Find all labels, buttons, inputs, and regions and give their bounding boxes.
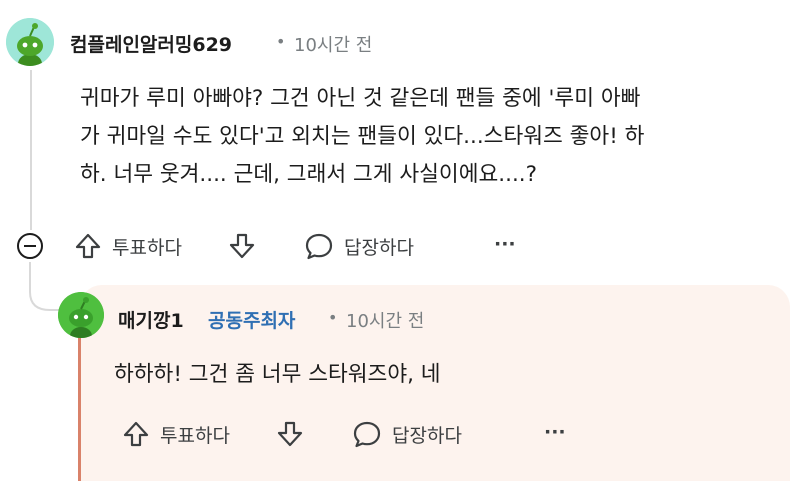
- reply-button[interactable]: 답장하다: [352, 420, 462, 448]
- upvote-arrow-icon: [75, 233, 101, 259]
- comment-body: 귀마가 루미 아빠야? 그건 아닌 것 같은데 팬들 중에 '루미 아빠 가 귀…: [80, 80, 780, 194]
- more-options-button[interactable]: ···: [544, 421, 566, 443]
- upvote-button[interactable]: 투표하다: [74, 232, 182, 260]
- comment-username[interactable]: 컴플레인알러밍629: [70, 30, 232, 57]
- more-options-icon: ···: [494, 233, 516, 255]
- reply-label: 답장하다: [344, 236, 414, 259]
- upvote-arrow-icon: [123, 421, 149, 447]
- flair-badge: 공동주최자: [208, 310, 296, 332]
- reply-thread-accent: [78, 335, 81, 481]
- collapse-thread-icon: [17, 233, 43, 259]
- downvote-button[interactable]: [228, 232, 256, 264]
- comment-bubble-icon: [305, 233, 333, 260]
- upvote-button[interactable]: 투표하다: [122, 420, 230, 448]
- reply-username[interactable]: 매기깡1: [118, 306, 184, 333]
- reply-timestamp: 10시간 전: [346, 311, 425, 332]
- vote-label: 투표하다: [160, 424, 230, 447]
- more-options-button[interactable]: ···: [494, 233, 516, 255]
- comment-body-line: 하. 너무 웃겨.... 근데, 그래서 그게 사실이에요....?: [80, 162, 538, 187]
- vote-label: 투표하다: [112, 236, 182, 259]
- thread-line: [30, 70, 32, 230]
- separator-dot: •: [328, 308, 338, 327]
- reply-avatar[interactable]: [58, 292, 104, 338]
- avatar[interactable]: [6, 18, 54, 66]
- comment-body-line: 귀마가 루미 아빠야? 그건 아닌 것 같은데 팬들 중에 '루미 아빠: [80, 86, 641, 111]
- downvote-arrow-icon: [277, 421, 303, 447]
- reply-label: 답장하다: [392, 424, 462, 447]
- thread-connector: [28, 262, 60, 312]
- snoo-avatar-icon: [6, 18, 54, 66]
- collapse-thread-button[interactable]: [16, 232, 44, 260]
- more-options-icon: ···: [544, 421, 566, 443]
- reply-button[interactable]: 답장하다: [304, 232, 414, 260]
- comment-timestamp: 10시간 전: [294, 35, 373, 56]
- downvote-arrow-icon: [229, 233, 255, 259]
- separator-dot: •: [276, 32, 286, 51]
- thread-connector-curve: [29, 262, 60, 311]
- reply-body: 하하하! 그건 좀 너무 스타워즈야, 네: [114, 362, 441, 387]
- comment-bubble-icon: [353, 421, 381, 448]
- downvote-button[interactable]: [276, 420, 304, 452]
- comment-body-line: 가 귀마일 수도 있다'고 외치는 팬들이 있다...스타워즈 좋아! 하: [80, 124, 645, 149]
- snoo-avatar-icon: [58, 292, 104, 338]
